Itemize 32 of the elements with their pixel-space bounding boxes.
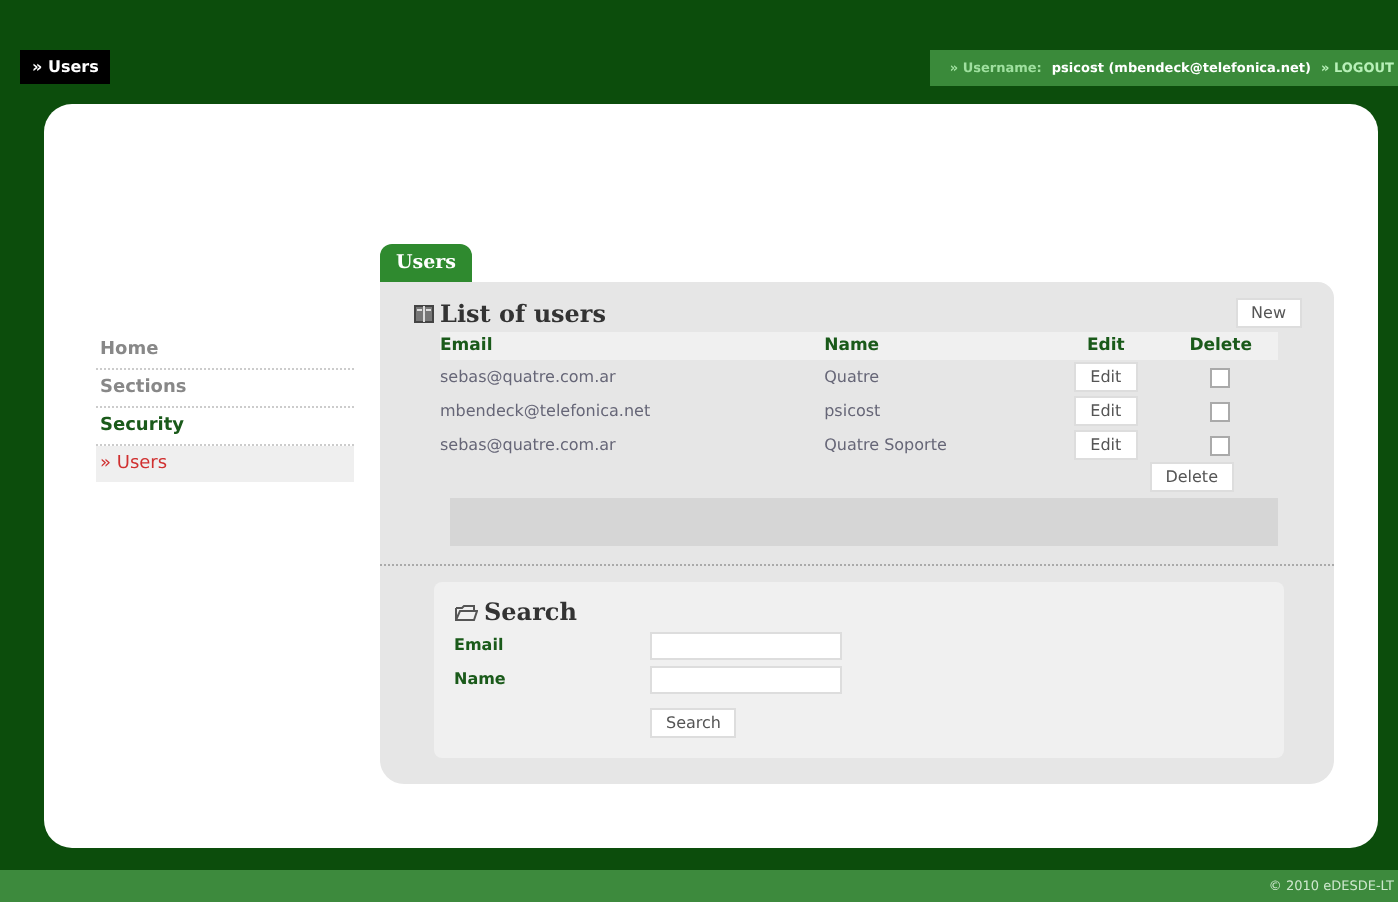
delete-checkbox[interactable]: [1210, 367, 1231, 387]
email-cell: mbendeck@telefonica.net: [440, 402, 651, 420]
new-button[interactable]: New: [1235, 298, 1302, 328]
folder-icon: [454, 602, 478, 622]
name-link[interactable]: Quatre: [824, 368, 880, 386]
input-field[interactable]: [650, 665, 842, 693]
book-icon: [414, 303, 434, 323]
edit-button[interactable]: Edit: [1074, 396, 1138, 426]
field-label: Email: [454, 636, 506, 654]
edit-button[interactable]: Edit: [1074, 430, 1138, 460]
column-header: Delete: [1163, 332, 1278, 360]
users-tab[interactable]: Users: [380, 244, 473, 282]
column-header: Email: [440, 332, 825, 360]
delete-button[interactable]: Delete: [1149, 462, 1234, 492]
sidebar-item[interactable]: Home: [96, 332, 354, 370]
input-field[interactable]: [650, 631, 842, 659]
search-title: Search: [484, 598, 577, 626]
field-label: Name: [454, 670, 508, 688]
delete-checkbox[interactable]: [1210, 435, 1231, 455]
sidebar-item[interactable]: » Users: [96, 446, 354, 482]
edit-button[interactable]: Edit: [1074, 362, 1138, 392]
sidebar-item[interactable]: Sections: [96, 370, 354, 408]
column-header: Edit: [1048, 332, 1164, 360]
email-cell: sebas@quatre.com.ar: [440, 436, 616, 454]
name-link[interactable]: psicost: [824, 402, 881, 420]
search-button[interactable]: Search: [650, 708, 737, 738]
list-title: List of users: [440, 299, 607, 327]
section-title: » Users: [20, 50, 111, 84]
email-cell: sebas@quatre.com.ar: [440, 368, 616, 386]
column-header: Name: [824, 332, 1049, 360]
delete-checkbox[interactable]: [1210, 401, 1231, 421]
name-link[interactable]: Quatre Soporte: [824, 436, 947, 454]
